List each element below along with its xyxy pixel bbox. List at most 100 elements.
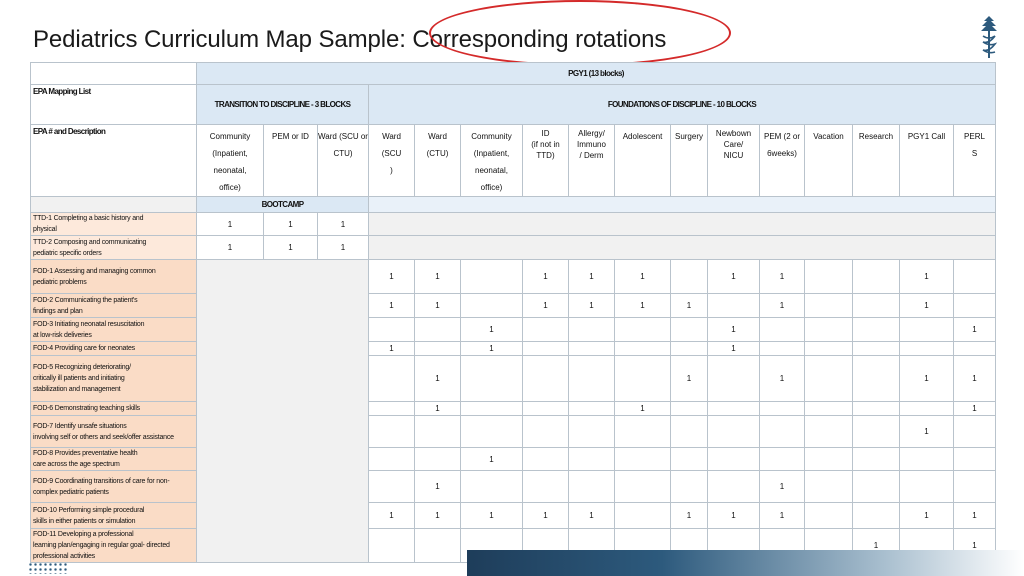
- mapping-cell: [614, 447, 671, 471]
- table-body: PGY1 (13 blocks) EPA Mapping List TRANSI…: [30, 62, 996, 563]
- mapping-cell: [759, 415, 805, 448]
- mapping-cell: 1: [368, 502, 415, 529]
- mapping-cell: 1: [368, 341, 415, 356]
- rotation-header-cell: Ward (SCU): [368, 124, 415, 197]
- mapping-cell: [899, 470, 954, 503]
- rotation-header-cell: ID (if not in TTD): [522, 124, 569, 197]
- rotation-header-cell: Vacation: [804, 124, 853, 197]
- epa-description: FOD-3 Initiating neonatal resuscitation a…: [30, 317, 197, 342]
- epa-row: FOD-9 Coordinating transitions of care f…: [30, 470, 996, 503]
- mapping-cell: 1: [707, 341, 760, 356]
- rotation-label-line: PGY1 Call: [907, 132, 946, 141]
- mapping-cell: [614, 355, 671, 402]
- mapping-cell: 1: [460, 341, 523, 356]
- rotation-label-line: office): [480, 183, 503, 192]
- epa-description-line: findings and plan: [33, 307, 83, 315]
- rotation-header-cell: Community (Inpatient, neonatal, office): [460, 124, 523, 197]
- mapping-cell: 1: [953, 355, 996, 402]
- epa-description-line: complex pediatric patients: [33, 488, 109, 496]
- mapping-cell: [804, 293, 853, 318]
- rotation-header-row: EPA # and Description Community (Inpatien…: [30, 124, 996, 197]
- mapping-cell: 1: [899, 293, 954, 318]
- mapping-cell: 1: [670, 293, 708, 318]
- mapping-cell: [522, 317, 569, 342]
- epa-row: FOD-10 Performing simple procedural skill…: [30, 502, 996, 529]
- mapping-cell: [460, 355, 523, 402]
- epa-mapping-list-header: EPA Mapping List: [30, 84, 197, 125]
- epa-description: TTD-2 Composing and communicating pediatr…: [30, 235, 197, 260]
- epa-description-line: FOD-1 Assessing and managing common: [33, 267, 156, 275]
- mapping-cell: [759, 447, 805, 471]
- epa-description-line: FOD-4 Providing care for neonates: [33, 345, 135, 352]
- mapping-cell: [368, 447, 415, 471]
- mapping-cell: 1: [414, 401, 461, 416]
- epa-description-line: TTD-1 Completing a basic history and: [33, 215, 144, 222]
- epa-description-line: FOD-5 Recognizing deteriorating/: [33, 364, 131, 371]
- mapping-cell: [670, 401, 708, 416]
- mapping-cell: [522, 355, 569, 402]
- mapping-cell: [804, 447, 853, 471]
- epa-desc-header: EPA # and Description: [30, 124, 197, 197]
- mapping-cell: [414, 415, 461, 448]
- mapping-cell: [460, 293, 523, 318]
- mapping-cell: 1: [899, 355, 954, 402]
- mapping-cell: [614, 341, 671, 356]
- rotation-header-cell: Allergy/Immuno / Derm: [568, 124, 615, 197]
- ttd-empty-fill: [368, 235, 996, 260]
- rotation-label-line: / Derm: [579, 151, 604, 160]
- rotation-label-line: 6weeks): [767, 149, 797, 158]
- epa-description-line: pediatric specific orders: [33, 249, 102, 257]
- mapping-cell: [953, 415, 996, 448]
- mapping-cell: 1: [368, 259, 415, 294]
- mapping-cell: [759, 317, 805, 342]
- mapping-cell: 1: [707, 502, 760, 529]
- epa-description: TTD-1 Completing a basic history and phys…: [30, 212, 197, 236]
- mapping-cell: [522, 447, 569, 471]
- mapping-cell: [568, 401, 615, 416]
- rotation-label-line: ): [390, 166, 393, 175]
- rotation-header-cell: Surgery: [670, 124, 708, 197]
- epa-description-line: FOD-6 Demonstrating teaching skills: [33, 405, 140, 412]
- mapping-cell: [414, 341, 461, 356]
- epa-description-line: pediatric problems: [33, 278, 87, 286]
- mapping-cell: [568, 415, 615, 448]
- rotation-header-cell: Community (Inpatient, neonatal, office): [196, 124, 264, 197]
- ttd-grey-block: [196, 259, 369, 563]
- rotation-header-cell: Research: [852, 124, 900, 197]
- mapping-cell: [368, 355, 415, 402]
- footer-gradient-bar: [467, 550, 1024, 576]
- mapping-cell: [568, 447, 615, 471]
- mapping-cell: [670, 415, 708, 448]
- mapping-cell: [568, 317, 615, 342]
- mapping-cell: [852, 317, 900, 342]
- mapping-cell: [852, 259, 900, 294]
- mapping-cell: 1: [759, 502, 805, 529]
- mapping-cell: [852, 355, 900, 402]
- rotation-label-line: (Inpatient,: [473, 149, 510, 158]
- mapping-cell: [953, 470, 996, 503]
- epa-description-line: FOD-11 Developing a professional: [33, 531, 134, 538]
- mapping-cell: [670, 447, 708, 471]
- rotation-header-cell: PEM (2 or 6weeks): [759, 124, 805, 197]
- mapping-cell: [522, 401, 569, 416]
- mapping-cell: [368, 401, 415, 416]
- rotation-header-cell: PERL S: [953, 124, 996, 197]
- mapping-cell: [707, 470, 760, 503]
- mapping-cell: [759, 341, 805, 356]
- epa-description: FOD-1 Assessing and managing common pedia…: [30, 259, 197, 294]
- rotation-label-line: Care/: [723, 140, 744, 149]
- rotation-label-line: neonatal,: [475, 166, 508, 175]
- rotation-label-line: (if not in: [531, 140, 560, 149]
- rotation-label-line: ID: [541, 129, 550, 138]
- rotation-label-line: neonatal,: [213, 166, 247, 175]
- epa-row: FOD-1 Assessing and managing common pedia…: [30, 259, 996, 563]
- mapping-cell: [759, 401, 805, 416]
- university-crest-icon: [981, 16, 998, 58]
- mapping-cell: [460, 401, 523, 416]
- mapping-cell: [414, 317, 461, 342]
- footer-dot-pattern: [28, 562, 68, 574]
- rotation-label-line: office): [219, 183, 241, 192]
- mapping-cell: 1: [196, 235, 264, 260]
- rotation-label-line: Surgery: [674, 132, 703, 141]
- rotation-label-line: NICU: [723, 151, 744, 160]
